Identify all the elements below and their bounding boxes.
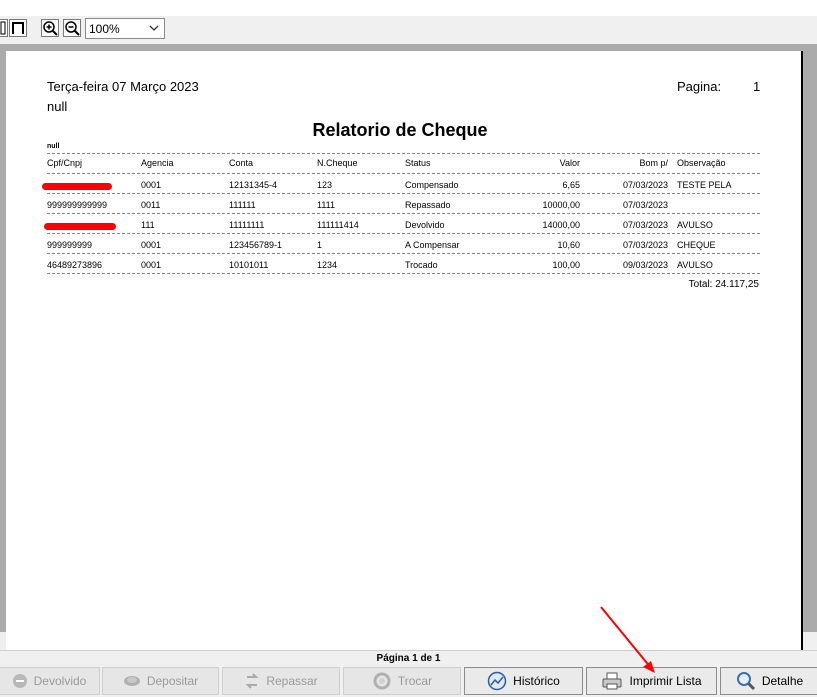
report-preview-area[interactable]: Terça-feira 07 Março 2023 null Pagina: 1… [0, 44, 817, 651]
table-cell: 111111 [229, 200, 256, 210]
table-cell: 6,65 [562, 180, 580, 190]
table-cell: 0001 [141, 180, 162, 190]
table-cell: 11111111 [229, 220, 265, 230]
chevron-down-icon [149, 25, 159, 31]
zoom-select[interactable]: 100% [85, 18, 165, 39]
table-cell: 10101011 [229, 260, 269, 270]
col-header-cpf: Cpf/Cnpj [47, 158, 83, 168]
col-header-agencia: Agencia [141, 158, 174, 168]
divider [47, 233, 760, 234]
zoom-out-button[interactable] [63, 19, 81, 37]
repassar-label: Repassar [266, 674, 318, 688]
table-cell: 999999999999 [47, 200, 108, 210]
col-header-conta: Conta [229, 158, 254, 168]
report-subtitle: null [47, 99, 68, 114]
col-header-valor: Valor [559, 158, 580, 168]
table-cell: Devolvido [405, 220, 445, 230]
imprimir-lista-label: Imprimir Lista [629, 674, 702, 688]
printer-icon [602, 672, 622, 690]
history-clock-icon [487, 671, 507, 691]
full-page-button[interactable] [9, 19, 27, 37]
redaction-mark [42, 183, 112, 190]
detalhe-button[interactable]: Detalhe [720, 667, 817, 695]
table-cell: 10,60 [557, 240, 580, 250]
depositar-button[interactable]: Depositar [102, 667, 219, 695]
transfer-arrows-icon [245, 673, 259, 689]
table-cell: 07/03/2023 [622, 200, 668, 210]
redaction-mark [44, 223, 116, 230]
col-header-status: Status [405, 158, 431, 168]
divider [47, 273, 760, 274]
divider [47, 253, 760, 254]
table-cell: 100,00 [552, 260, 580, 270]
top-strip [0, 0, 817, 16]
trocar-label: Trocar [397, 674, 433, 688]
group-label: null [47, 143, 60, 150]
repassar-button[interactable]: Repassar [222, 667, 340, 695]
table-cell: Compensado [405, 180, 459, 190]
table-cell: Trocado [405, 260, 438, 270]
table-cell: 07/03/2023 [622, 240, 668, 250]
report-title: Relatorio de Cheque [312, 120, 488, 140]
table-cell: CHEQUE [677, 240, 716, 250]
table-cell: 10000,00 [542, 200, 580, 210]
table-cell: 999999999 [47, 240, 93, 250]
table-cell: 0001 [141, 240, 162, 250]
minus-circle-icon [12, 674, 27, 688]
zoom-in-button[interactable] [41, 19, 59, 37]
table-cell: 111111414 [317, 220, 359, 230]
page-label: Pagina: [677, 79, 722, 94]
table-cell: 0001 [141, 260, 162, 270]
table-cell: 07/03/2023 [622, 180, 668, 190]
table-cell: 1111 [317, 200, 336, 210]
table-cell: 123 [317, 180, 333, 190]
page-number: 1 [753, 79, 761, 94]
devolvido-button[interactable]: Devolvido [0, 667, 100, 695]
page-width-button[interactable] [0, 19, 8, 37]
table-cell: TESTE PELA [677, 180, 732, 190]
table-cell: Repassado [405, 200, 451, 210]
table-cell: 0011 [141, 200, 161, 210]
coins-icon [123, 676, 140, 686]
devolvido-label: Devolvido [33, 674, 87, 688]
table-cell: 07/03/2023 [622, 220, 668, 230]
table-cell: 111 [141, 220, 155, 230]
exchange-cycle-icon [373, 672, 391, 690]
col-header-ncheque: N.Cheque [317, 158, 358, 168]
trocar-button[interactable]: Trocar [343, 667, 461, 695]
action-buttons-bar: Devolvido Depositar Repassar Trocar Hist… [0, 665, 817, 697]
table-cell: 1 [317, 240, 323, 250]
report-total: Total: 24.117,25 [688, 279, 759, 290]
depositar-label: Depositar [146, 674, 199, 688]
col-header-observacao: Observação [677, 158, 726, 168]
table-cell: 123456789-1 [229, 240, 283, 250]
report-date: Terça-feira 07 Março 2023 [47, 79, 199, 94]
divider [47, 153, 760, 154]
divider [47, 213, 760, 214]
imprimir-lista-button[interactable]: Imprimir Lista [586, 667, 717, 695]
table-cell: A Compensar [405, 240, 460, 250]
historico-label: Histórico [513, 674, 560, 688]
zoom-in-icon [43, 21, 58, 36]
table-cell: 1234 [317, 260, 338, 270]
table-cell: 12131345-4 [229, 180, 278, 190]
divider [47, 193, 760, 194]
magnifier-icon [736, 672, 755, 691]
table-cell: AVULSO [677, 260, 713, 270]
page-indicator: Página 1 de 1 [0, 650, 817, 666]
report-page: Terça-feira 07 Março 2023 null Pagina: 1… [6, 51, 803, 651]
divider [47, 173, 760, 174]
col-header-bom: Bom p/ [639, 158, 668, 168]
detalhe-label: Detalhe [761, 674, 804, 688]
zoom-out-icon [65, 21, 80, 36]
historico-button[interactable]: Histórico [464, 667, 583, 695]
table-cell: 09/03/2023 [622, 260, 668, 270]
table-cell: 14000,00 [542, 220, 580, 230]
preview-toolbar: 100% [0, 16, 817, 42]
table-cell: 46489273896 [47, 260, 103, 270]
zoom-value: 100% [89, 22, 120, 36]
table-cell: AVULSO [677, 220, 713, 230]
